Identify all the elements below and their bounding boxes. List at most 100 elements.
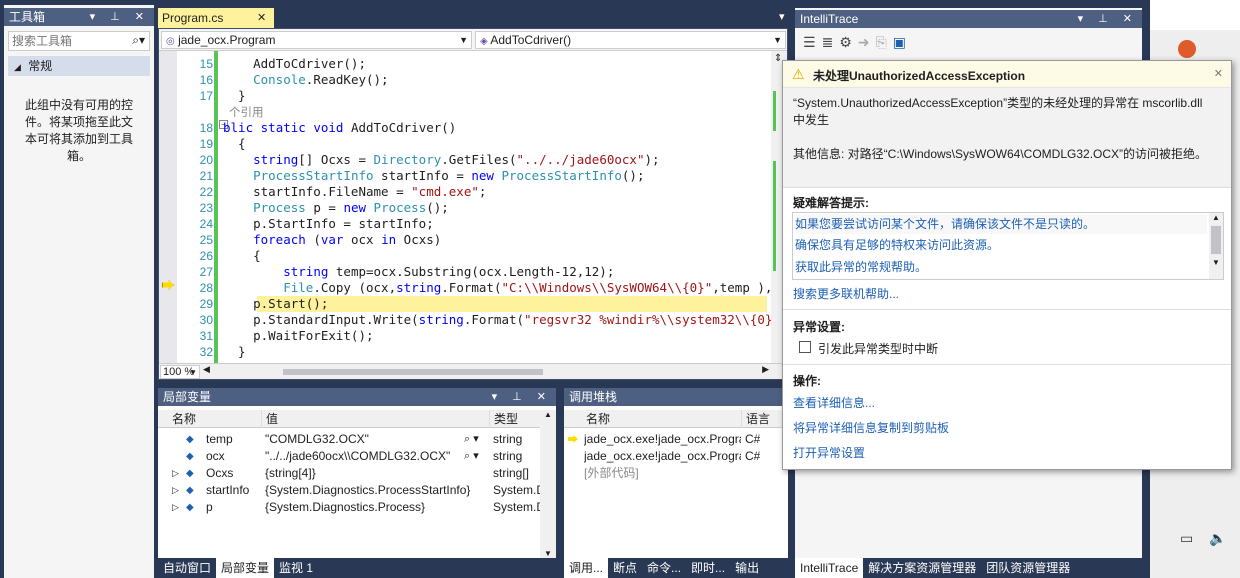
- method-dropdown[interactable]: ◈ AddToCdriver() ▼: [475, 31, 786, 49]
- reference-hint[interactable]: 个引用: [229, 104, 264, 120]
- toolbox-search-input[interactable]: [9, 32, 119, 50]
- search-icon[interactable]: ⌕ ▾: [464, 431, 479, 448]
- code-line: Process p = new Process();: [253, 200, 449, 215]
- table-row[interactable]: ▷ ◆ Ocxs {string[4]} string[]: [158, 465, 544, 482]
- code-line: blic static void AddToCdriver(): [223, 120, 457, 135]
- intellitrace-header[interactable]: IntelliTrace ▾ ⊥ ✕: [795, 10, 1142, 28]
- close-icon[interactable]: ✕: [257, 8, 266, 28]
- local-type: string[]: [493, 466, 530, 480]
- locals-controls[interactable]: ▾ ⊥ ✕: [492, 388, 552, 406]
- tab-watch1[interactable]: 监视 1: [274, 558, 318, 578]
- tip-link[interactable]: 如果您要尝试访问某个文件，请确保该文件不是只读的。: [795, 214, 1207, 234]
- editor-hscrollbar[interactable]: ◀ ▶: [203, 364, 769, 377]
- field-icon: ◆: [186, 468, 194, 479]
- tab-immediate[interactable]: 即时...: [686, 558, 730, 578]
- locals-column-headers: 名称 值 类型: [158, 410, 556, 428]
- tips-scroll-thumb[interactable]: [1211, 226, 1221, 254]
- action-link-view-detail[interactable]: 查看详细信息...: [793, 394, 875, 411]
- tab-team-explorer[interactable]: 团队资源管理器: [981, 558, 1075, 578]
- tips-scrollbar[interactable]: ▲ ▼: [1209, 213, 1223, 279]
- settings-title: 异常设置:: [793, 320, 845, 334]
- column-header-type[interactable]: 类型: [490, 410, 544, 428]
- search-more-link[interactable]: 搜索更多联机帮助...: [793, 285, 899, 302]
- editor-tab-overflow[interactable]: ▾: [779, 10, 785, 23]
- tab-breakpoints[interactable]: 断点: [608, 558, 642, 578]
- scroll-up-icon[interactable]: ▲: [540, 410, 556, 419]
- scroll-up-icon[interactable]: ▲: [1209, 213, 1223, 222]
- open-icon[interactable]: ⎘: [876, 34, 893, 50]
- table-row[interactable]: jade_ocx.exe!jade_ocx.Program C#: [564, 448, 788, 465]
- scroll-left-icon[interactable]: ◀: [203, 364, 210, 375]
- local-value[interactable]: "COMDLG32.OCX": [265, 431, 460, 448]
- toolbox-header[interactable]: 工具箱 ▾ ⊥ ✕: [4, 8, 154, 26]
- tab-locals[interactable]: 局部变量: [216, 558, 275, 578]
- tab-output[interactable]: 输出: [730, 558, 764, 578]
- local-value[interactable]: {System.Diagnostics.Process}: [265, 499, 490, 516]
- expand-icon[interactable]: ▷: [172, 499, 179, 516]
- column-header-name[interactable]: 名称: [582, 410, 742, 428]
- code-line: {: [223, 248, 261, 263]
- editor-panel: ◎ jade_ocx.Program ▼ ◈ AddToCdriver() ▼ …: [158, 28, 788, 380]
- list-view-icon[interactable]: ☰: [803, 34, 822, 50]
- search-icon[interactable]: ⌕▾: [132, 33, 145, 48]
- chevron-down-icon: ▼: [773, 35, 782, 45]
- tab-autos[interactable]: 自动窗口: [158, 558, 216, 578]
- break-checkbox[interactable]: [799, 341, 811, 353]
- tab-intellitrace[interactable]: IntelliTrace: [795, 558, 864, 578]
- table-row[interactable]: ▷ ◆ p {System.Diagnostics.Process} Syste…: [158, 499, 544, 516]
- tree-view-icon[interactable]: ≣: [822, 34, 840, 50]
- toolbox-controls[interactable]: ▾ ⊥ ✕: [90, 8, 150, 26]
- toolbox-group-label: 常规: [28, 59, 53, 73]
- tip-link[interactable]: 获取此异常的常规帮助。: [795, 257, 1207, 277]
- code-area[interactable]: 15 16 17 18 19 20 21 22 23 24 25 26 27 2…: [159, 51, 775, 363]
- chevron-down-icon: ▼: [459, 35, 468, 45]
- toolbox-search[interactable]: ⌕▾: [8, 31, 150, 51]
- table-row[interactable]: ◆ ocx "../../jade60ocx\\COMDLG32.OCX" ⌕ …: [158, 448, 544, 465]
- tab-solution-explorer[interactable]: 解决方案资源管理器: [863, 558, 981, 578]
- table-row[interactable]: ◆ temp "COMDLG32.OCX" ⌕ ▾ string: [158, 431, 544, 448]
- callstack-header[interactable]: 调用堆栈: [564, 388, 788, 406]
- frame-name: jade_ocx.exe!jade_ocx.Program: [584, 432, 741, 446]
- save-icon[interactable]: ▣: [893, 34, 912, 50]
- locals-header[interactable]: 局部变量 ▾ ⊥ ✕: [158, 388, 556, 406]
- search-icon[interactable]: ⌕ ▾: [464, 448, 479, 465]
- right-tabbar: IntelliTrace 解决方案资源管理器 团队资源管理器: [795, 558, 1142, 578]
- field-icon: ◆: [186, 485, 194, 496]
- tab-command[interactable]: 命令...: [642, 558, 686, 578]
- locals-vscrollbar[interactable]: ▲ ▼: [540, 410, 556, 558]
- column-header-name[interactable]: 名称: [168, 410, 262, 428]
- local-value[interactable]: {string[4]}: [265, 465, 490, 482]
- scroll-right-icon[interactable]: ▶: [762, 364, 769, 375]
- scroll-marker: [773, 161, 776, 271]
- column-header-value[interactable]: 值: [262, 410, 490, 428]
- action-link-copy-detail[interactable]: 将异常详细信息复制到剪贴板: [793, 419, 949, 436]
- local-name: Ocxs: [206, 466, 234, 480]
- tip-link[interactable]: 确保您具有足够的特权来访问此资源。: [795, 235, 1207, 255]
- table-row[interactable]: ▷ ◆ startInfo {System.Diagnostics.Proces…: [158, 482, 544, 499]
- field-icon: ◆: [186, 434, 194, 445]
- scroll-down-icon[interactable]: ▼: [1209, 258, 1223, 267]
- table-row[interactable]: jade_ocx.exe!jade_ocx.Program C#: [564, 431, 788, 448]
- expand-icon[interactable]: ▷: [172, 465, 179, 482]
- local-value[interactable]: "../../jade60ocx\\COMDLG32.OCX": [265, 448, 460, 465]
- editor-tab[interactable]: Program.cs ✕: [158, 8, 274, 28]
- class-dropdown[interactable]: ◎ jade_ocx.Program ▼: [161, 31, 472, 49]
- gear-icon[interactable]: ⚙: [839, 34, 858, 50]
- zoom-dropdown[interactable]: 100 % ▼: [160, 365, 200, 379]
- local-value[interactable]: {System.Diagnostics.ProcessStartInfo}: [265, 482, 490, 499]
- code-line: AddToCdriver();: [223, 56, 366, 71]
- field-icon: ◆: [186, 451, 194, 462]
- expand-icon[interactable]: ▷: [172, 482, 179, 499]
- forward-icon[interactable]: ➜: [858, 34, 876, 50]
- toolbox-group[interactable]: ◢ 常规: [8, 56, 150, 76]
- close-icon[interactable]: ✕: [1214, 67, 1223, 80]
- intellitrace-controls[interactable]: ▾ ⊥ ✕: [1078, 10, 1138, 28]
- break-checkbox-label[interactable]: 引发此异常类型时中断: [818, 340, 938, 357]
- hscroll-thumb[interactable]: [283, 369, 543, 375]
- scroll-down-icon[interactable]: ▼: [540, 549, 556, 558]
- action-link-open-settings[interactable]: 打开异常设置: [793, 444, 865, 461]
- notification-icon[interactable]: [1178, 40, 1196, 58]
- table-row[interactable]: [外部代码]: [564, 465, 788, 482]
- tab-callstack[interactable]: 调用...: [564, 558, 609, 578]
- line-number: 16: [199, 73, 213, 87]
